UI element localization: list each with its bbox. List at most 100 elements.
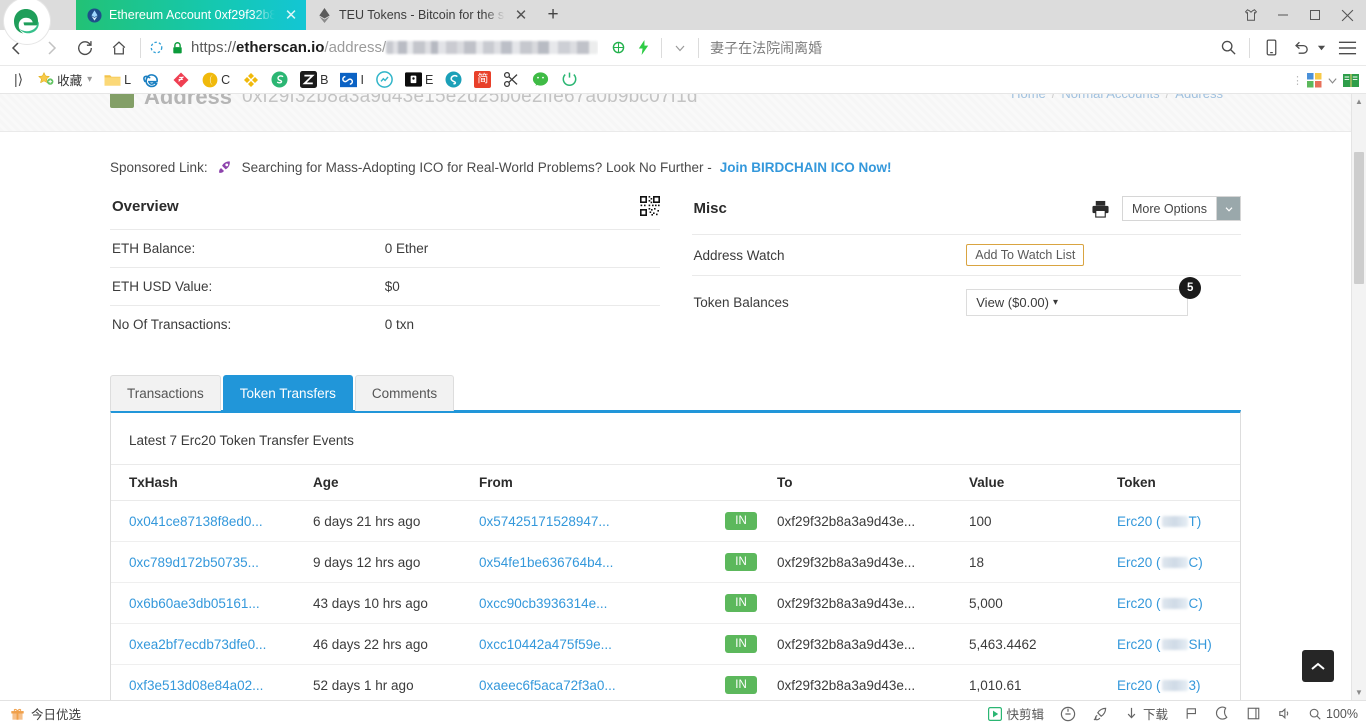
address-badge-icon — [110, 94, 134, 108]
token-link[interactable]: Erc20 (3) — [1117, 678, 1201, 693]
browser-tab-active[interactable]: Ethereum Account 0xf29f32b8 ✕ — [76, 0, 306, 30]
download-tool[interactable]: 下载 — [1124, 704, 1168, 723]
address-bar[interactable]: https://etherscan.io/address/ 妻子在法院闹离婚 — [145, 30, 1211, 66]
txhash-link[interactable]: 0xea2bf7ecdb73dfe0... — [129, 637, 266, 652]
page-scrollbar[interactable]: ▲ ▼ — [1351, 94, 1366, 700]
add-to-watch-list-button[interactable]: Add To Watch List — [966, 244, 1084, 266]
extension-grid-icon[interactable] — [1306, 72, 1323, 89]
table-row: 0xc789d172b50735... 9 days 12 hrs ago 0x… — [111, 542, 1240, 583]
bookmark-scissors[interactable] — [497, 67, 526, 93]
search-placeholder: 妻子在法院闹离婚 — [710, 38, 822, 58]
breadcrumb-normal-accounts[interactable]: Normal Accounts — [1061, 94, 1159, 101]
token-count-badge: 5 — [1179, 277, 1201, 299]
chevron-down-icon[interactable] — [1327, 75, 1338, 86]
token-link[interactable]: Erc20 (T) — [1117, 514, 1201, 529]
token-link[interactable]: Erc20 (SH) — [1117, 637, 1212, 652]
txhash-link[interactable]: 0xf3e513d08e84a02... — [129, 678, 263, 693]
undo-dropdown-icon[interactable] — [1314, 30, 1328, 66]
chevron-down-icon[interactable] — [673, 41, 687, 55]
minimize-button[interactable] — [1268, 2, 1298, 28]
search-input[interactable]: 妻子在法院闹离婚 — [710, 30, 1040, 66]
scroll-to-top-button[interactable] — [1302, 650, 1334, 682]
bookmark-ie[interactable] — [137, 67, 166, 93]
bookmark-orange-diamond[interactable] — [236, 67, 265, 93]
home-button[interactable] — [102, 30, 136, 66]
txhash-link[interactable]: 0x041ce87138f8ed0... — [129, 514, 263, 529]
window-icon[interactable] — [1246, 706, 1261, 721]
rocket-icon[interactable] — [1092, 706, 1108, 722]
token-link[interactable]: Erc20 (C) — [1117, 555, 1203, 570]
scrollbar-up-arrow[interactable]: ▲ — [1352, 94, 1366, 109]
chevron-down-icon[interactable] — [1216, 197, 1240, 220]
token-suffix: C) — [1189, 555, 1203, 570]
misc-panel: Misc More Options — [692, 196, 1242, 343]
maximize-button[interactable] — [1300, 2, 1330, 28]
bookmarks-expand-button[interactable]: |⟩ — [6, 67, 31, 93]
zoom-icon — [1308, 707, 1322, 721]
search-icon[interactable] — [1211, 30, 1245, 66]
video-clip-tool[interactable]: 快剪辑 — [988, 704, 1044, 723]
overview-header: Overview — [110, 196, 660, 229]
bookmark-z[interactable]: B — [294, 67, 334, 93]
bookmark-folder-l[interactable]: L — [98, 67, 137, 93]
from-link[interactable]: 0x57425171528947... — [479, 514, 610, 529]
bookmark-wechat[interactable] — [526, 67, 555, 93]
bookmark-binance[interactable]: C — [195, 67, 236, 93]
yellow-moon-icon — [201, 71, 218, 88]
compass-icon[interactable] — [1060, 706, 1076, 722]
bookmark-teal-circle[interactable] — [370, 67, 399, 93]
menu-icon[interactable] — [1328, 30, 1366, 66]
close-icon[interactable]: ✕ — [512, 8, 530, 23]
speed-boost-icon[interactable] — [637, 40, 650, 55]
page-translate-icon[interactable] — [611, 40, 626, 55]
column-header-to: To — [771, 465, 963, 501]
mobile-view-icon[interactable] — [1254, 30, 1288, 66]
token-link[interactable]: Erc20 (C) — [1117, 596, 1203, 611]
txhash-link[interactable]: 0xc789d172b50735... — [129, 555, 259, 570]
token-balances-select[interactable]: View ($0.00) ▾ 5 — [966, 289, 1188, 316]
bookmark-green-circle[interactable] — [265, 67, 294, 93]
scrollbar-down-arrow[interactable]: ▼ — [1352, 685, 1366, 700]
new-tab-button[interactable]: + — [536, 0, 570, 30]
green-book-icon[interactable] — [1342, 72, 1360, 89]
close-icon[interactable]: ✕ — [282, 8, 300, 23]
moon-icon[interactable] — [1215, 706, 1230, 721]
divider — [661, 38, 662, 58]
breadcrumb-home[interactable]: Home — [1011, 94, 1046, 101]
flag-icon[interactable] — [1184, 706, 1199, 721]
shirt-icon[interactable] — [1236, 2, 1266, 28]
token-transfers-panel: Latest 7 Erc20 Token Transfer Events TxH… — [110, 410, 1241, 700]
sponsored-cta-link[interactable]: Join BIRDCHAIN ICO Now! — [720, 160, 892, 175]
printer-icon[interactable] — [1091, 200, 1110, 218]
volume-icon[interactable] — [1277, 706, 1292, 721]
from-link[interactable]: 0xaeec6f5aca72f3a0... — [479, 678, 616, 693]
bookmark-jian[interactable]: 简 — [468, 67, 497, 93]
bookmark-red-diamond[interactable] — [166, 67, 195, 93]
green-circle-icon — [271, 71, 288, 88]
zoom-level[interactable]: 100% — [1308, 707, 1358, 721]
undo-icon[interactable] — [1288, 30, 1314, 66]
chevron-down-icon[interactable]: ▾ — [87, 74, 92, 85]
breadcrumb-current[interactable]: Address — [1175, 94, 1223, 101]
txhash-link[interactable]: 0x6b60ae3db05161... — [129, 596, 260, 611]
reload-button[interactable] — [68, 30, 102, 66]
status-bar-left[interactable]: 今日优选 — [0, 704, 81, 723]
from-link[interactable]: 0xcc90cb3936314e... — [479, 596, 607, 611]
to-cell: 0xf29f32b8a3a9d43e... — [771, 624, 963, 665]
bookmark-favorites[interactable]: 收藏 ▾ — [31, 67, 98, 93]
browser-tab-inactive[interactable]: TEU Tokens - Bitcoin for the s ✕ — [306, 0, 536, 30]
tab-transactions[interactable]: Transactions — [110, 375, 221, 411]
bookmark-refresh-circle[interactable] — [555, 67, 584, 93]
bookmark-black-card[interactable]: E — [399, 67, 439, 93]
misc-header: Misc More Options — [692, 196, 1242, 234]
bookmark-teal-swirl[interactable] — [439, 67, 468, 93]
bookmark-infinity[interactable]: I — [334, 67, 369, 93]
more-options-button[interactable]: More Options — [1122, 196, 1241, 221]
close-button[interactable] — [1332, 2, 1362, 28]
from-link[interactable]: 0x54fe1be636764b4... — [479, 555, 613, 570]
qr-code-icon[interactable] — [640, 196, 660, 216]
tab-token-transfers[interactable]: Token Transfers — [223, 375, 353, 411]
scrollbar-thumb[interactable] — [1354, 152, 1364, 284]
tab-comments[interactable]: Comments — [355, 375, 454, 411]
from-link[interactable]: 0xcc10442a475f59e... — [479, 637, 612, 652]
